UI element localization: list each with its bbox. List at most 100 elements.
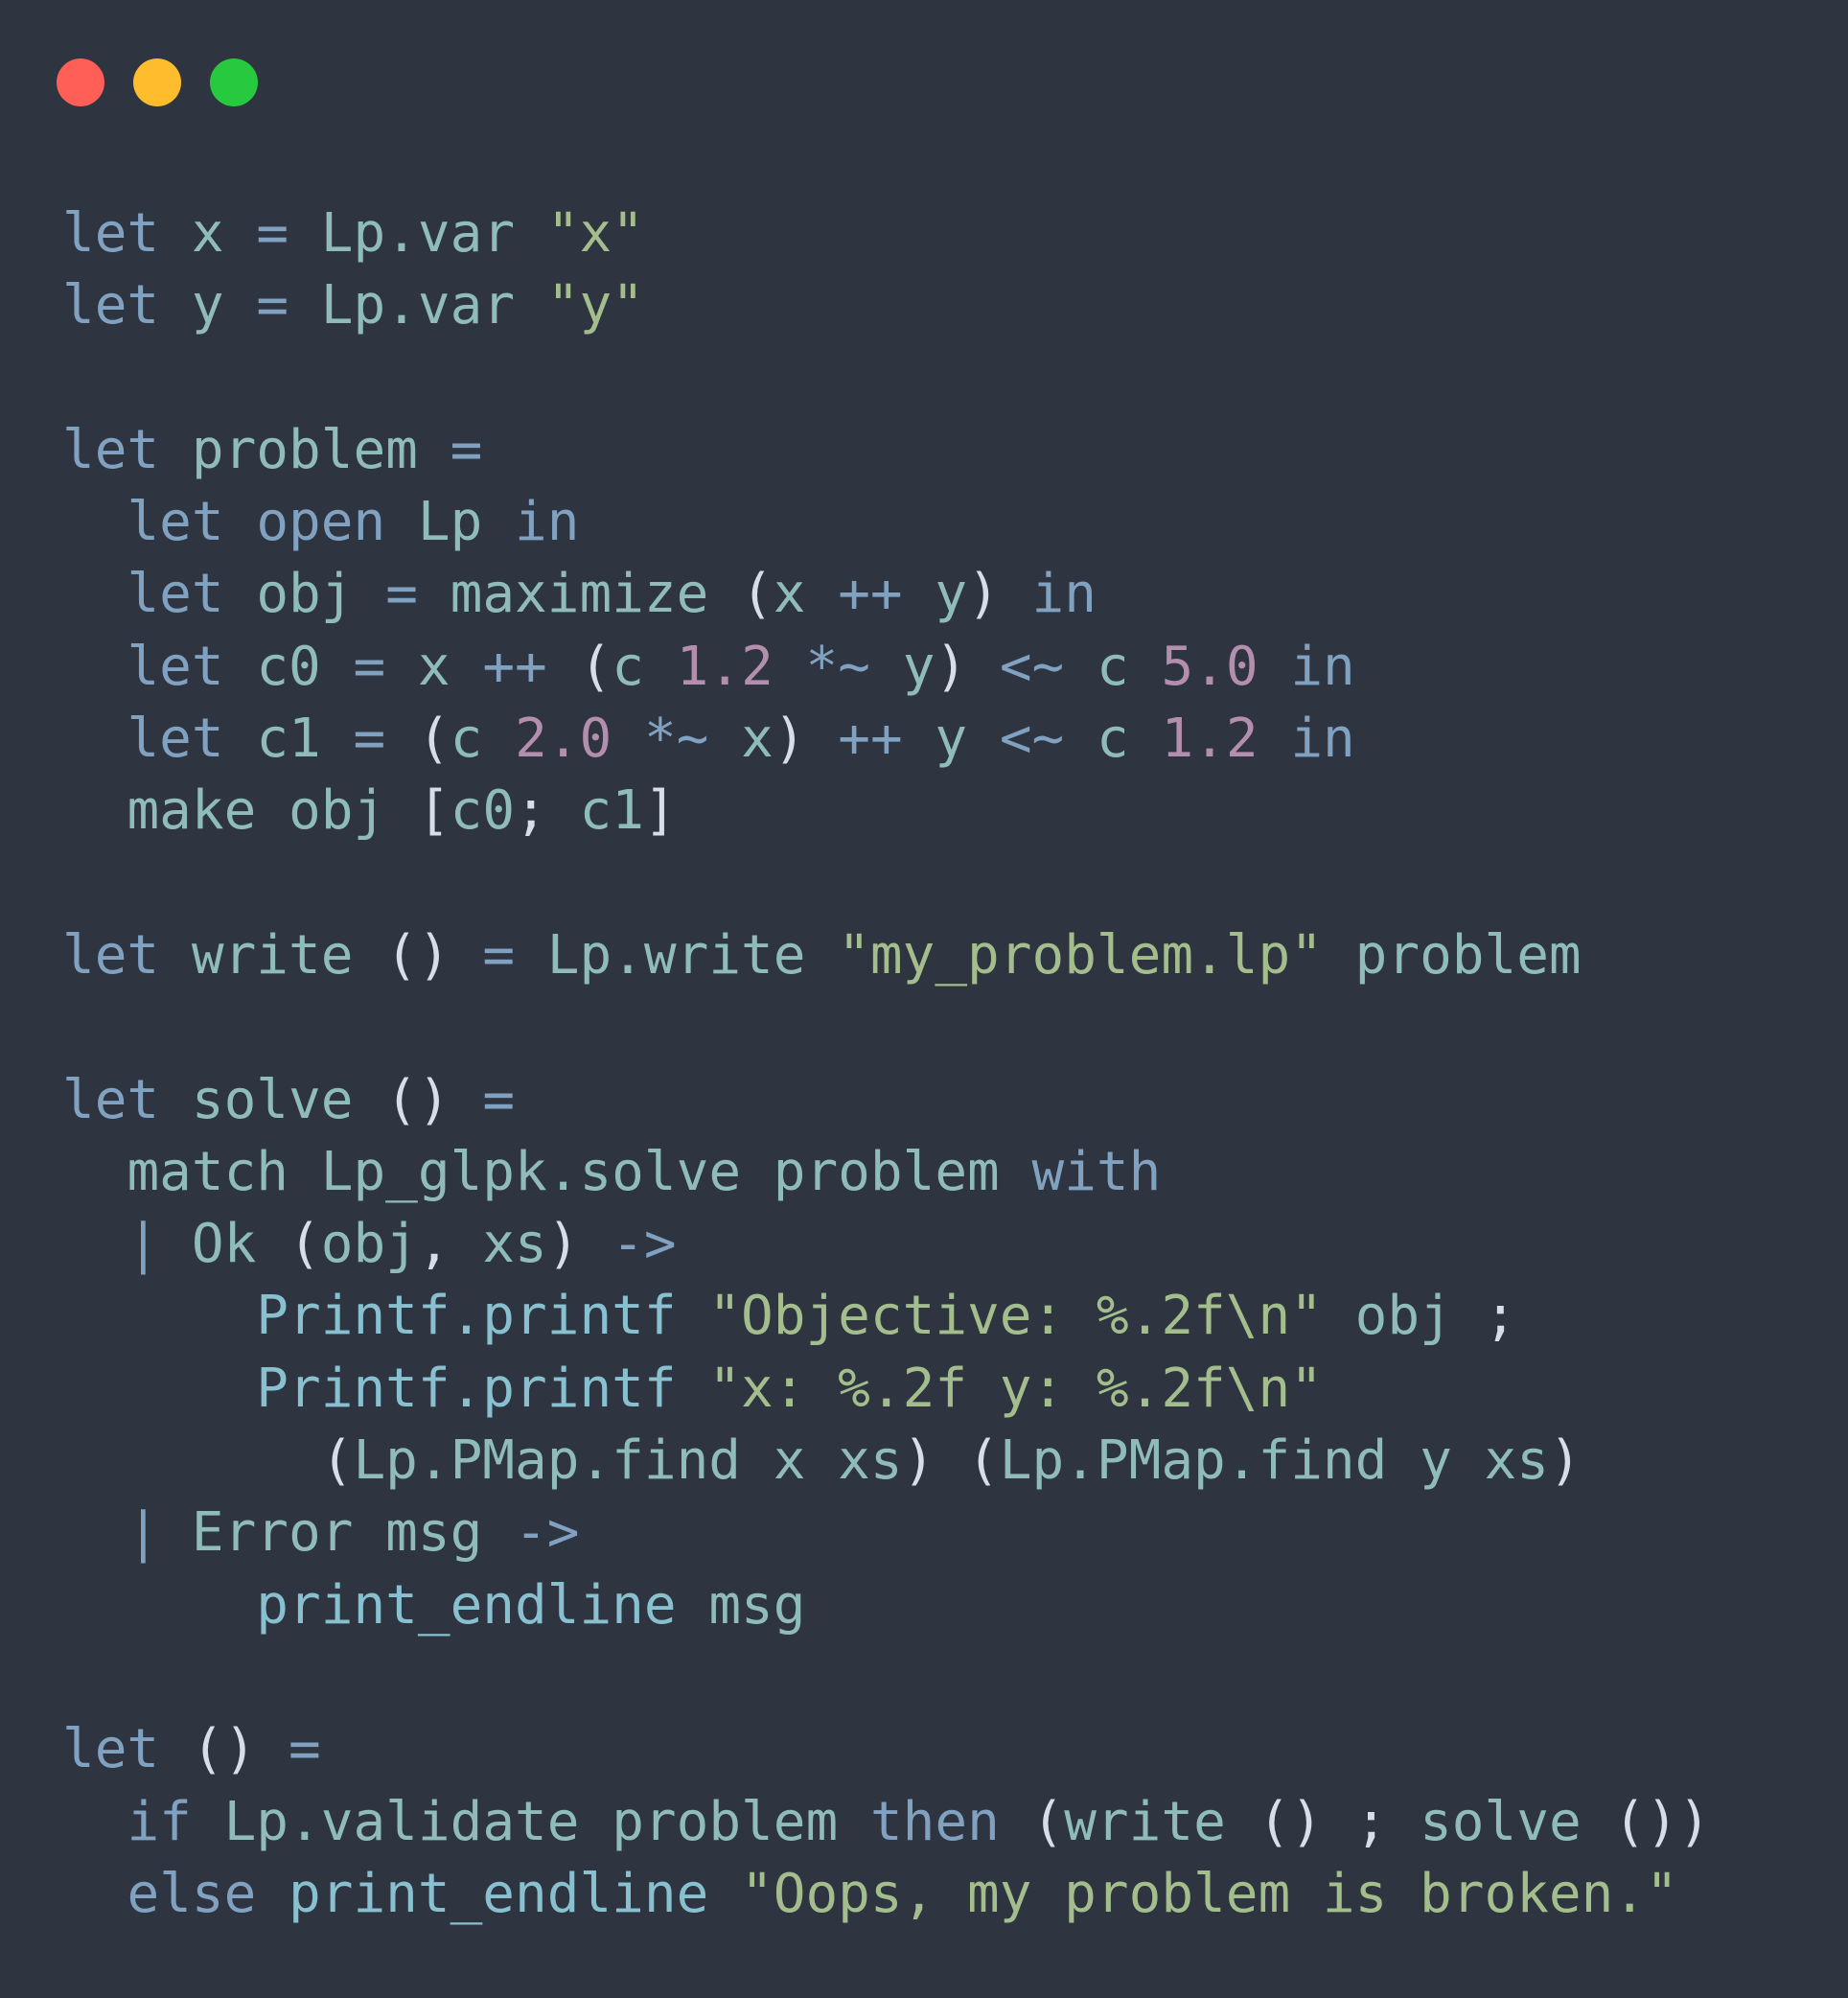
minimize-button[interactable] [133, 58, 181, 106]
code-token: 1.2 [676, 635, 774, 698]
code-token: = [256, 274, 289, 337]
code-token: solve [191, 1068, 354, 1131]
code-token: Lp_glpk.solve [320, 1140, 742, 1203]
code-token: ) [546, 1213, 612, 1276]
code-token: problem [191, 418, 418, 481]
code-token: in [1031, 563, 1097, 626]
code-token: "x: %.2f y: %.2f\n" [708, 1357, 1323, 1420]
code-token: msg [708, 1573, 806, 1637]
code-token: then [869, 1790, 1000, 1853]
code-line: if Lp.validate problem then (write () ; … [62, 1786, 1710, 1858]
code-token: else [127, 1862, 257, 1925]
code-line: Printf.printf "x: %.2f y: %.2f\n" [62, 1353, 1711, 1425]
code-token: c [450, 708, 483, 771]
code-token: ( [546, 635, 612, 698]
code-token: = [256, 202, 289, 265]
code-token: c [1097, 635, 1129, 698]
code-token: let [127, 635, 224, 698]
code-token: c [1097, 708, 1129, 771]
code-token: obj [256, 563, 354, 626]
code-token: xs [482, 1213, 547, 1276]
code-token: Lp.PMap.find [999, 1429, 1388, 1493]
code-token: if [127, 1790, 192, 1853]
code-token: "Objective: %.2f\n" [708, 1285, 1323, 1348]
code-token: x [773, 563, 806, 626]
code-token: let [62, 923, 160, 987]
code-token: y [1420, 1429, 1452, 1493]
code-token: ++ [482, 635, 547, 698]
code-token: = [289, 1718, 321, 1781]
code-token: msg [385, 1501, 483, 1565]
code-token: obj [289, 779, 386, 843]
code-token: print_endline [289, 1862, 709, 1925]
code-token: Printf.printf [256, 1357, 677, 1420]
zoom-button[interactable] [210, 58, 258, 106]
code-token: = [385, 563, 418, 626]
code-token: "my_problem.lp" [838, 923, 1323, 987]
code-token: let [62, 1718, 160, 1781]
code-token: write [1064, 1790, 1226, 1853]
code-token: ; [1451, 1285, 1517, 1348]
code-token: Lp.write [546, 923, 806, 987]
code-token: write [191, 923, 354, 987]
code-token: ++ [838, 708, 903, 771]
close-button[interactable] [57, 58, 104, 106]
code-token: [ [385, 779, 450, 843]
code-token: ( [62, 1429, 354, 1493]
code-token: Lp.var [320, 274, 516, 337]
code-token: obj [320, 1213, 418, 1276]
code-token: "y" [546, 274, 644, 337]
code-line: let obj = maximize (x ++ y) in [62, 558, 1711, 630]
code-token: in [1290, 635, 1355, 698]
code-token: <~ [999, 708, 1065, 771]
code-token: Printf.printf [256, 1285, 677, 1348]
code-line: let y = Lp.var "y" [62, 269, 1711, 341]
code-token: with [1031, 1140, 1162, 1203]
code-token: c0 [450, 779, 516, 843]
code-token: xs [1484, 1429, 1549, 1493]
code-token: in [1290, 708, 1355, 771]
code-token: = [353, 708, 386, 771]
code-token: = [482, 923, 516, 987]
